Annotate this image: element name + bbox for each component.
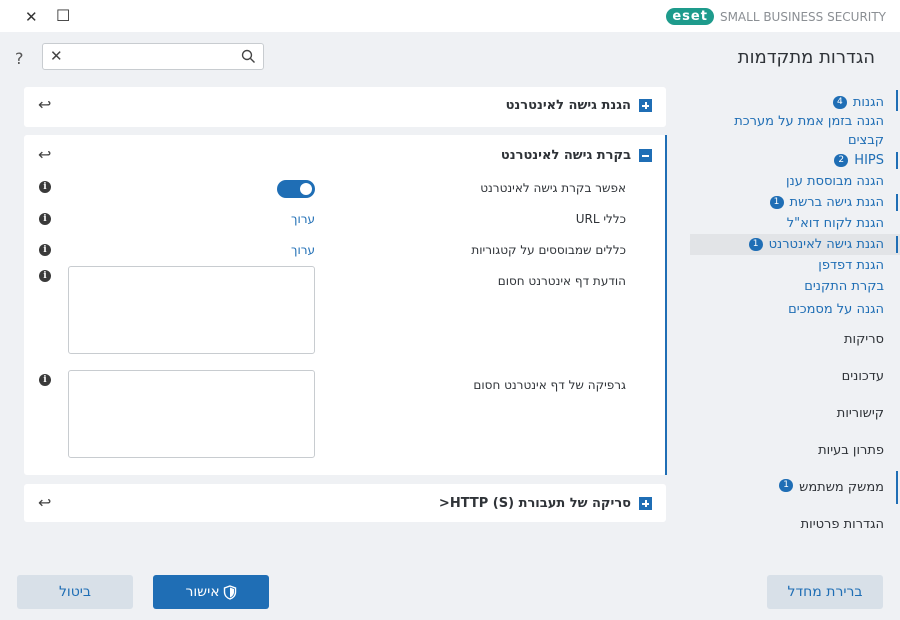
- title-bar: ✕ ☐ eset SMALL BUSINESS SECURITY: [0, 0, 900, 32]
- help-icon[interactable]: ?: [15, 49, 24, 68]
- nav-label: ממשק משתמש: [799, 480, 884, 495]
- nav-label: הגנת גישה לאינטרנט: [768, 237, 884, 252]
- nav-item-updates[interactable]: עדכונים: [690, 358, 900, 395]
- panel-header[interactable]: סריקה של תעבורת (S) HTTP<: [439, 496, 652, 511]
- nav-item-email[interactable]: הגנת לקוח דוא"ל: [690, 213, 900, 234]
- nav-label: הגנת גישה ברשת: [789, 195, 884, 210]
- nav-item-hips[interactable]: HIPS 2: [690, 150, 900, 171]
- panel-title: הגנת גישה לאינטרנט: [505, 98, 631, 113]
- panel-header[interactable]: בקרת גישה לאינטרנט: [501, 148, 652, 163]
- nav-label: סריקות: [844, 332, 884, 347]
- nav-label: הגדרות פרטיות: [800, 517, 884, 532]
- panel-web-control: בקרת גישה לאינטרנט ↩ אפשר בקרת גישה לאינ…: [24, 135, 666, 475]
- blocked-page-graphic-textarea[interactable]: [68, 370, 315, 458]
- nav-label: פתרון בעיות: [818, 443, 884, 458]
- revert-icon[interactable]: ↩: [38, 493, 51, 512]
- eset-logo: eset: [666, 8, 714, 25]
- enable-web-control-label: אפשר בקרת גישה לאינטרנט: [480, 181, 626, 195]
- panel-web-protection: הגנת גישה לאינטרנט ↩: [24, 87, 666, 127]
- expand-icon[interactable]: [639, 497, 652, 510]
- search-icon[interactable]: [241, 49, 256, 64]
- nav-item-document[interactable]: הגנה על מסמכים: [690, 297, 900, 321]
- collapse-icon[interactable]: [639, 149, 652, 162]
- info-icon[interactable]: i: [39, 270, 51, 282]
- nav-item-device-control[interactable]: בקרת התקנים: [690, 276, 900, 297]
- enable-web-control-toggle[interactable]: [277, 180, 315, 198]
- nav-label: קבצים: [848, 132, 884, 148]
- revert-icon[interactable]: ↩: [38, 145, 51, 164]
- nav-label: הגנה מבוססת ענן: [785, 174, 884, 189]
- info-icon[interactable]: i: [39, 181, 51, 193]
- nav-label: עדכונים: [841, 369, 884, 384]
- nav-label: הגנת לקוח דוא"ל: [786, 216, 884, 231]
- brand: eset SMALL BUSINESS SECURITY: [666, 8, 886, 25]
- category-rules-label: כללים שמבוססים על קטגוריות: [471, 243, 626, 257]
- panel-title: בקרת גישה לאינטרנט: [500, 148, 631, 163]
- nav-item-browser[interactable]: הגנת דפדפן: [690, 255, 900, 276]
- close-icon[interactable]: ✕: [25, 8, 38, 26]
- nav-item-realtime-files[interactable]: קבצים: [690, 130, 900, 150]
- count-badge: 1: [779, 479, 794, 492]
- revert-icon[interactable]: ↩: [38, 95, 51, 114]
- panel-title: סריקה של תעבורת (S) HTTP<: [438, 496, 631, 511]
- category-rules-edit-link[interactable]: ערוך: [291, 243, 315, 257]
- info-icon[interactable]: i: [39, 213, 51, 225]
- nav-item-privacy[interactable]: הגדרות פרטיות: [690, 506, 900, 543]
- count-badge: 4: [832, 96, 847, 109]
- nav-item-scans[interactable]: סריקות: [690, 321, 900, 358]
- ok-label: אישור: [185, 584, 220, 600]
- nav-label: הגנות: [852, 95, 884, 110]
- count-badge: 1: [748, 238, 763, 251]
- count-badge: 1: [769, 196, 784, 209]
- nav-label: קישוריות: [836, 406, 884, 421]
- shield-icon: [223, 584, 236, 600]
- expand-icon[interactable]: [639, 99, 652, 112]
- url-rules-edit-link[interactable]: ערוך: [291, 212, 315, 226]
- nav-item-cloud[interactable]: הגנה מבוססת ענן: [690, 171, 900, 192]
- info-icon[interactable]: i: [39, 374, 51, 386]
- nav-item-network-access[interactable]: הגנת גישה ברשת 1: [690, 192, 900, 213]
- search-input[interactable]: ✕: [42, 43, 264, 70]
- blocked-page-graphic-label: גרפיקה של דף אינטרנט חסום: [473, 378, 626, 392]
- ok-button[interactable]: אישור: [153, 575, 269, 609]
- product-name: SMALL BUSINESS SECURITY: [719, 9, 886, 24]
- panel-http-scan: סריקה של תעבורת (S) HTTP< ↩: [24, 484, 666, 522]
- cancel-button[interactable]: ביטול: [17, 575, 133, 609]
- nav-label: הגנת דפדפן: [818, 258, 884, 273]
- sidebar-nav: הגנות 4 הגנה בזמן אמת על מערכת קבצים HIP…: [690, 88, 900, 543]
- nav-label: בקרת התקנים: [804, 279, 884, 294]
- clear-search-icon[interactable]: ✕: [50, 47, 63, 65]
- nav-item-web-access[interactable]: הגנת גישה לאינטרנט 1: [690, 234, 900, 255]
- count-badge: 2: [834, 154, 849, 167]
- section-indicator: [665, 135, 667, 475]
- nav-label: HIPS: [854, 153, 884, 168]
- page-title: הגדרות מתקדמות: [737, 47, 875, 68]
- nav-item-troubleshooting[interactable]: פתרון בעיות: [690, 432, 900, 469]
- default-button[interactable]: ברירת מחדל: [767, 575, 883, 609]
- nav-item-realtime[interactable]: הגנה בזמן אמת על מערכת: [690, 113, 900, 130]
- nav-item-connectivity[interactable]: קישוריות: [690, 395, 900, 432]
- nav-item-protections[interactable]: הגנות 4: [690, 88, 900, 113]
- url-rules-label: כללי URL: [575, 212, 626, 226]
- panel-header[interactable]: הגנת גישה לאינטרנט: [506, 98, 652, 113]
- info-icon[interactable]: i: [39, 244, 51, 256]
- nav-item-user-interface[interactable]: ממשק משתמש 1: [690, 469, 900, 506]
- nav-label: הגנה על מסמכים: [788, 301, 884, 317]
- blocked-page-message-textarea[interactable]: [68, 266, 315, 354]
- maximize-icon[interactable]: ☐: [56, 6, 70, 25]
- nav-label: הגנה בזמן אמת על מערכת: [734, 114, 884, 129]
- blocked-page-message-label: הודעת דף אינטרנט חסום: [497, 274, 626, 288]
